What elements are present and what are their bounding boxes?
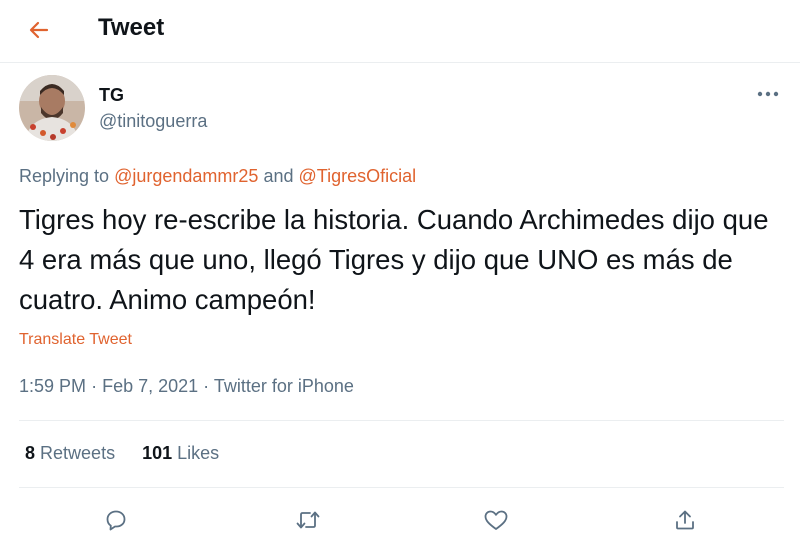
reply-user-link[interactable]: @TigresOficial xyxy=(299,166,417,186)
likes-count: 101 xyxy=(142,443,173,463)
reply-user-link[interactable]: @jurgendammr25 xyxy=(114,166,258,186)
like-icon xyxy=(484,510,508,530)
top-bar: Tweet xyxy=(0,0,800,63)
reply-icon xyxy=(106,510,126,531)
translate-tweet-link[interactable]: Translate Tweet xyxy=(19,331,132,349)
reply-conjunction: and xyxy=(263,166,294,186)
author-handle[interactable]: @tinitoguerra xyxy=(99,111,207,132)
arrow-left-icon xyxy=(29,21,49,39)
retweet-icon xyxy=(296,511,320,529)
meta-separator: · xyxy=(203,376,210,396)
tweet-actions xyxy=(0,500,800,540)
tweet-stats: 8 Retweets 101 Likes xyxy=(25,443,241,464)
tweet-text: Tigres hoy re-escribe la historia. Cuand… xyxy=(19,204,769,315)
replying-prefix: Replying to xyxy=(19,166,110,186)
divider xyxy=(19,487,784,488)
more-options-button[interactable] xyxy=(752,82,784,106)
tweet-time[interactable]: 1:59 PM xyxy=(19,376,86,396)
share-button[interactable] xyxy=(665,500,705,540)
tweet-source[interactable]: Twitter for iPhone xyxy=(214,376,354,396)
retweets-count: 8 xyxy=(25,443,36,463)
divider xyxy=(19,420,784,421)
retweets-stat[interactable]: 8 Retweets xyxy=(25,443,115,464)
retweet-button[interactable] xyxy=(288,500,328,540)
share-icon xyxy=(676,510,694,530)
meta-separator: · xyxy=(91,376,98,396)
retweets-label: Retweets xyxy=(40,443,116,463)
tweet-meta: 1:59 PM · Feb 7, 2021 · Twitter for iPho… xyxy=(19,376,354,397)
avatar[interactable] xyxy=(19,75,85,141)
author-name[interactable]: TG xyxy=(99,85,124,106)
more-icon xyxy=(757,91,779,97)
tweet-date[interactable]: Feb 7, 2021 xyxy=(102,376,198,396)
back-button[interactable] xyxy=(22,13,56,47)
likes-label: Likes xyxy=(177,443,220,463)
replying-to: Replying to @jurgendammr25 and @TigresOf… xyxy=(19,166,416,187)
page-title: Tweet xyxy=(98,14,165,41)
reply-button[interactable] xyxy=(96,500,136,540)
like-button[interactable] xyxy=(476,500,516,540)
likes-stat[interactable]: 101 Likes xyxy=(142,443,219,464)
